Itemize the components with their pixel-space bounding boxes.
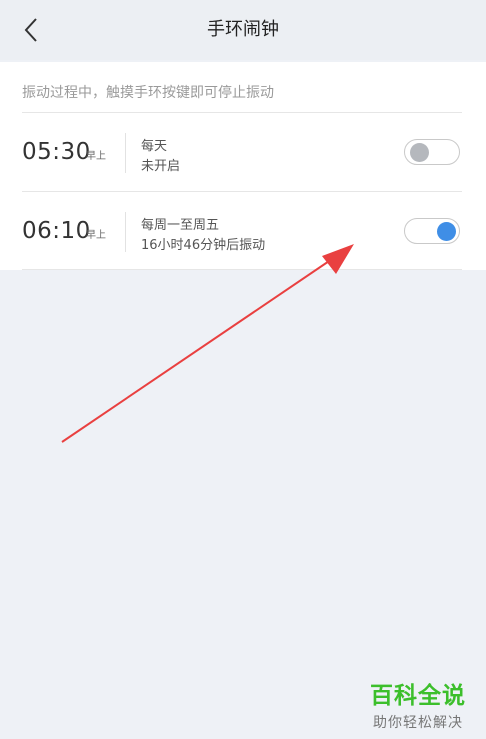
watermark-subtitle: 助你轻松解决: [373, 715, 463, 731]
annotation-arrow: [61, 244, 354, 443]
watermark: 百科全说 助你轻松解决: [356, 676, 480, 733]
watermark-title: 百科全说: [370, 683, 466, 709]
